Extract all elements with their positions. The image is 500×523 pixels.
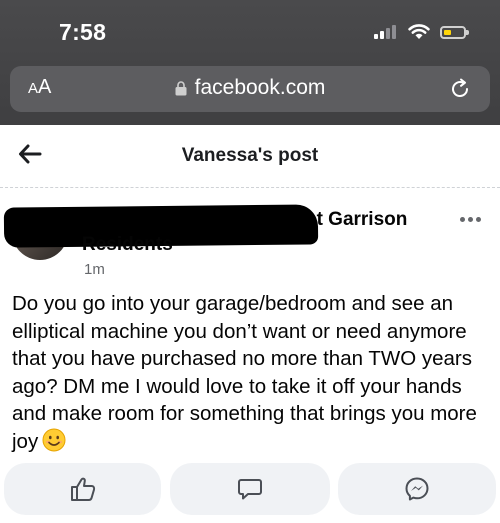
smiling-face-emoji [42, 428, 66, 451]
battery-icon [440, 25, 469, 39]
status-icons [374, 22, 469, 42]
reload-icon[interactable] [448, 77, 472, 101]
comment-icon [238, 479, 262, 500]
browser-chrome: 7:58 AA facebook.com [0, 0, 500, 125]
page-title: Vanessa's post [181, 145, 319, 166]
cellular-signal-icon [374, 25, 398, 39]
post-header: Vanessa's post [0, 125, 500, 188]
post-actions [0, 463, 500, 523]
messenger-icon [405, 477, 429, 501]
wifi-icon [408, 24, 430, 39]
like-icon [70, 477, 95, 501]
more-options-icon[interactable] [460, 209, 484, 227]
post-timestamp[interactable]: 1m [84, 261, 105, 278]
url-display[interactable]: facebook.com [10, 76, 490, 100]
author-name[interactable]: st Garrison [306, 209, 407, 231]
like-button[interactable] [4, 463, 161, 515]
url-text: facebook.com [194, 76, 326, 99]
send-message-button[interactable] [338, 463, 496, 515]
post-text: Do you go into your garage/bedroom and s… [12, 290, 490, 455]
comment-button[interactable] [170, 463, 330, 515]
status-time: 7:58 [59, 19, 107, 45]
lock-icon [175, 80, 187, 95]
address-bar[interactable]: AA facebook.com [10, 66, 490, 112]
group-name[interactable]: Residents [82, 234, 173, 256]
post-body-text: Do you go into your garage/bedroom and s… [12, 292, 477, 453]
